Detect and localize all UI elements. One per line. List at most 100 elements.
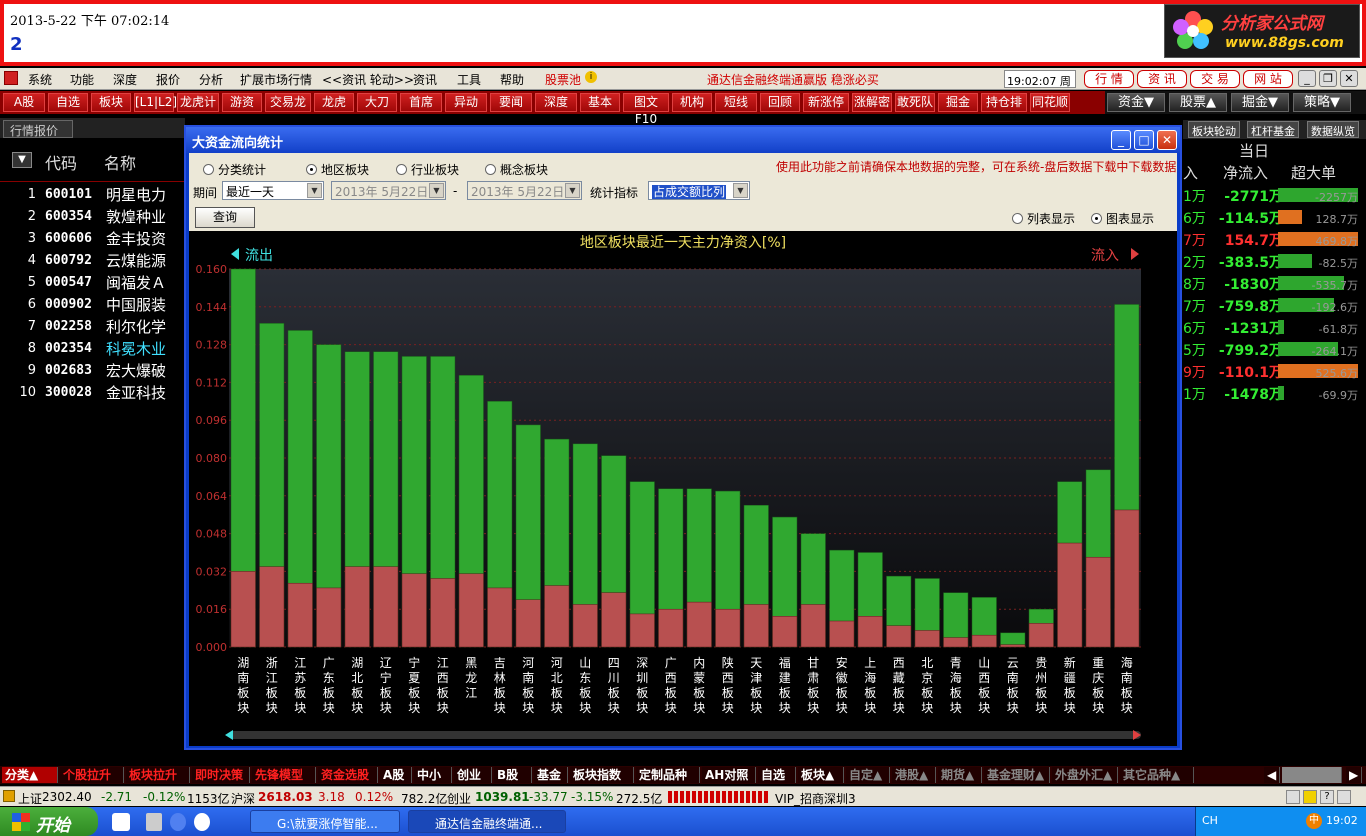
task-tdx[interactable]: 通达信金融终端通... bbox=[408, 810, 566, 833]
radio-chart-view[interactable]: 图表显示 bbox=[1091, 210, 1154, 227]
toolbar-item[interactable]: 短线 bbox=[715, 93, 757, 112]
table-row[interactable]: 7万 154.7万 469.8万 bbox=[1183, 228, 1366, 250]
menu-tools[interactable]: 工具 bbox=[457, 71, 481, 88]
toolbar-item[interactable]: 自选 bbox=[48, 93, 88, 112]
bottom-tab[interactable]: 资金选股 bbox=[318, 767, 378, 783]
table-row[interactable]: 10 300028 金亚科技 bbox=[0, 382, 185, 404]
table-row[interactable]: 8万 -1830万 -535.7万 bbox=[1183, 272, 1366, 294]
toolbar-item[interactable]: 回顾 bbox=[760, 93, 800, 112]
menu-system[interactable]: 系统 bbox=[28, 71, 52, 88]
menu-quote[interactable]: 报价 bbox=[156, 71, 180, 88]
query-button[interactable]: 查询 bbox=[195, 207, 255, 228]
phone-icon[interactable] bbox=[146, 813, 162, 831]
bottom-tab[interactable]: 板块▲ bbox=[798, 767, 844, 783]
quick-launch-icon[interactable] bbox=[112, 813, 130, 831]
scroll-left-icon[interactable] bbox=[225, 730, 233, 740]
date-from-picker[interactable]: 2013年 5月22日 ▼ bbox=[331, 181, 446, 200]
toolbar-item[interactable]: 持仓排 bbox=[981, 93, 1027, 112]
bottom-tab[interactable]: 基金 bbox=[534, 767, 568, 783]
bottom-tab[interactable]: 板块指数 bbox=[570, 767, 634, 783]
radio-category-stats[interactable]: 分类统计 bbox=[203, 161, 266, 178]
bottom-tab[interactable]: 自定▲ bbox=[846, 767, 890, 783]
toolbar-item[interactable]: [L1|L2] bbox=[134, 93, 177, 112]
bottom-tab[interactable]: 外盘外汇▲ bbox=[1052, 767, 1118, 783]
table-row[interactable]: 5 000547 闽福发Ａ bbox=[0, 272, 185, 294]
bottom-tab[interactable]: 其它品种▲ bbox=[1120, 767, 1194, 783]
table-row[interactable]: 1万 -1478万 -69.9万 bbox=[1183, 382, 1366, 404]
toolbar-item[interactable]: 新涨停 bbox=[803, 93, 849, 112]
table-row[interactable]: 1 600101 明星电力 bbox=[0, 184, 185, 206]
table-row[interactable]: 9万 -110.1万 525.6万 bbox=[1183, 360, 1366, 382]
security-icon[interactable] bbox=[194, 813, 210, 831]
chart-scrollbar[interactable] bbox=[229, 731, 1141, 739]
toolbar-dropdown[interactable]: 股票▲ bbox=[1169, 93, 1227, 112]
menu-stock-pool[interactable]: 股票池 bbox=[545, 71, 581, 88]
menu-info-rotation[interactable]: <<资讯 轮动>> bbox=[322, 71, 414, 88]
bottom-tab[interactable]: AH对照 bbox=[702, 767, 756, 783]
dialog-close-icon[interactable]: ✕ bbox=[1157, 130, 1177, 150]
date-to-picker[interactable]: 2013年 5月22日 ▼ bbox=[467, 181, 582, 200]
radio-list-view[interactable]: 列表显示 bbox=[1012, 210, 1075, 227]
toolbar-item[interactable]: 同花顺 bbox=[1030, 93, 1070, 112]
task-folder[interactable]: G:\就要涨停智能... bbox=[250, 810, 400, 833]
menu-function[interactable]: 功能 bbox=[70, 71, 94, 88]
bottom-tab[interactable]: 中小 bbox=[414, 767, 452, 783]
website-button[interactable]: 网 站 bbox=[1243, 70, 1293, 88]
radio-region-sector[interactable]: 地区板块 bbox=[306, 161, 369, 178]
scroll-thumb[interactable] bbox=[1282, 767, 1342, 783]
toolbar-item[interactable]: 图文F10 bbox=[623, 93, 669, 126]
header-net-inflow[interactable]: 净流入 bbox=[1223, 162, 1268, 183]
mail-icon[interactable] bbox=[1286, 790, 1300, 804]
dropdown-icon[interactable]: ▼ bbox=[12, 152, 32, 168]
minimize-icon[interactable]: _ bbox=[1298, 70, 1316, 87]
scroll-right-icon[interactable]: ▶ bbox=[1346, 767, 1362, 783]
toolbar-item[interactable]: 交易龙 bbox=[265, 93, 311, 112]
menu-info[interactable]: 资讯 bbox=[413, 71, 437, 88]
table-row[interactable]: 8 002354 科冕木业 bbox=[0, 338, 185, 360]
radio-industry-sector[interactable]: 行业板块 bbox=[396, 161, 459, 178]
toolbar-item[interactable]: 板块 bbox=[91, 93, 131, 112]
table-row[interactable]: 6万 -114.5万 128.7万 bbox=[1183, 206, 1366, 228]
table-row[interactable]: 2 600354 敦煌种业 bbox=[0, 206, 185, 228]
bottom-tab[interactable]: 先锋模型 bbox=[252, 767, 316, 783]
header-super-order[interactable]: 超大单 bbox=[1291, 162, 1336, 183]
tab-quote[interactable]: 行情报价 bbox=[3, 120, 73, 138]
toolbar-item[interactable]: 龙虎计 bbox=[177, 93, 219, 112]
toolbar-item[interactable]: 龙虎 bbox=[314, 93, 354, 112]
table-row[interactable]: 9 002683 宏大爆破 bbox=[0, 360, 185, 382]
bottom-tab[interactable]: 板块拉升 bbox=[126, 767, 190, 783]
close-icon[interactable]: ✕ bbox=[1340, 70, 1358, 87]
toolbar-item[interactable]: 首席 bbox=[400, 93, 442, 112]
bottom-tab[interactable]: 期货▲ bbox=[938, 767, 982, 783]
toolbar-item[interactable]: 异动 bbox=[445, 93, 487, 112]
server-name[interactable]: VIP_招商深圳3 bbox=[775, 790, 856, 807]
table-row[interactable]: 1万 -2771万 -2257万 bbox=[1183, 184, 1366, 206]
menu-analysis[interactable]: 分析 bbox=[199, 71, 223, 88]
info-button[interactable]: 资 讯 bbox=[1137, 70, 1187, 88]
toolbar-item[interactable]: 深度 bbox=[535, 93, 577, 112]
menu-help[interactable]: 帮助 bbox=[500, 71, 524, 88]
bottom-tab[interactable]: 个股拉升 bbox=[60, 767, 124, 783]
radio-concept-sector[interactable]: 概念板块 bbox=[485, 161, 548, 178]
bottom-tab[interactable]: B股 bbox=[494, 767, 532, 783]
toolbar-item[interactable]: 基本 bbox=[580, 93, 620, 112]
site-logo[interactable]: 分析家公式网 www.88gs.com bbox=[1164, 4, 1360, 58]
dialog-minimize-icon[interactable]: _ bbox=[1111, 130, 1131, 150]
bottom-tab[interactable]: 分类▲ bbox=[2, 767, 58, 783]
header-code[interactable]: 代码 bbox=[45, 150, 77, 174]
toolbar-dropdown[interactable]: 策略▼ bbox=[1293, 93, 1351, 112]
table-row[interactable]: 4 600792 云煤能源 bbox=[0, 250, 185, 272]
bottom-tab[interactable]: 自选 bbox=[758, 767, 796, 783]
bottom-tab[interactable]: 基金理财▲ bbox=[984, 767, 1050, 783]
alert-icon[interactable] bbox=[1303, 790, 1317, 804]
header-name[interactable]: 名称 bbox=[104, 150, 136, 174]
toolbar-item[interactable]: 游资 bbox=[222, 93, 262, 112]
menu-extended-market[interactable]: 扩展市场行情 bbox=[240, 71, 312, 88]
table-row[interactable]: 6万 -1231万 -61.8万 bbox=[1183, 316, 1366, 338]
toolbar-item[interactable]: A股 bbox=[3, 93, 45, 112]
trade-button[interactable]: 交 易 bbox=[1190, 70, 1240, 88]
header-inflow[interactable]: 入 bbox=[1183, 162, 1198, 183]
tab-data-overview[interactable]: 数据纵览 bbox=[1307, 121, 1359, 138]
restore-icon[interactable]: ❐ bbox=[1319, 70, 1337, 87]
table-row[interactable]: 3 600606 金丰投资 bbox=[0, 228, 185, 250]
